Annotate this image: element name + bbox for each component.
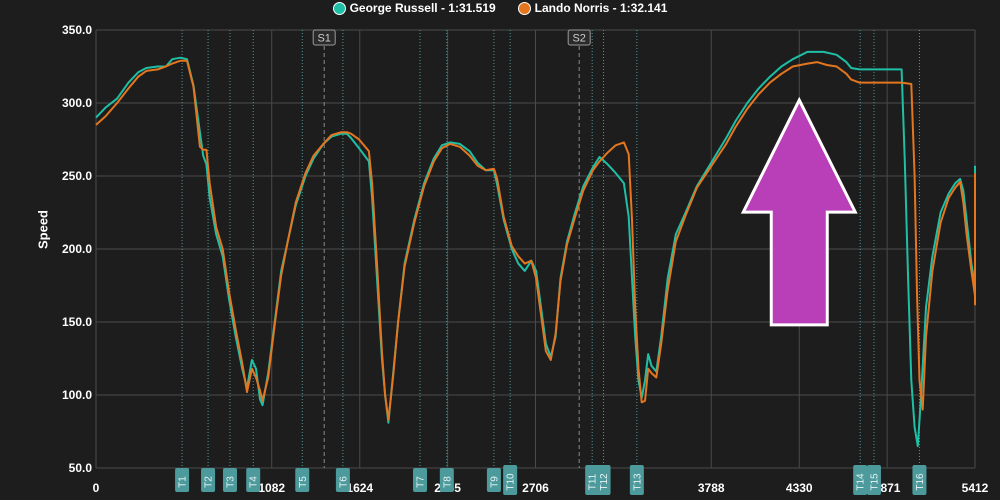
turn-badge: T4: [246, 468, 261, 492]
turn-badge: T6: [335, 468, 350, 492]
speed-chart: 50.0 100.0 150.0 200.0 250.0 300.0 350.0 0 1082 1…: [62, 23, 989, 495]
turn-label: T14: [856, 473, 867, 491]
sector-label: S2: [572, 33, 585, 45]
turn-badge: T15: [866, 465, 881, 495]
turn-label: T2: [204, 476, 215, 488]
turn-label: T8: [442, 476, 453, 488]
turn-label: T15: [869, 473, 880, 491]
y-tick-label: 300.0: [62, 96, 92, 110]
sector-label: S1: [317, 33, 330, 45]
x-tick-label: 4330: [786, 481, 813, 495]
y-tick-label: 150.0: [62, 315, 92, 329]
turn-label: T10: [506, 473, 517, 491]
turn-label: T12: [599, 473, 610, 491]
turn-badge: T14: [853, 465, 868, 495]
turn-label: T6: [338, 476, 349, 488]
turn-badge: T10: [503, 465, 518, 495]
y-tick-label: 50.0: [69, 461, 93, 475]
turn-badge: T13: [629, 465, 644, 495]
turn-label: T3: [225, 476, 236, 488]
y-tick-label: 200.0: [62, 242, 92, 256]
y-tick-label: 250.0: [62, 169, 92, 183]
turn-badge: T3: [222, 468, 237, 492]
turn-label: T1: [178, 476, 189, 488]
x-tick-label: 2706: [522, 481, 549, 495]
y-tick-label: 350.0: [62, 23, 92, 37]
turn-badge: T7: [413, 468, 428, 492]
turn-badge: T9: [486, 468, 501, 492]
turn-badge: T8: [439, 468, 454, 492]
x-tick-label: 1082: [258, 481, 285, 495]
turn-badge: T5: [295, 468, 310, 492]
x-tick-label: 1624: [346, 481, 373, 495]
arrow-up-icon: [740, 96, 858, 327]
turn-label: T5: [298, 476, 309, 488]
turn-label: T16: [915, 473, 926, 491]
turn-label: T4: [249, 476, 260, 488]
turn-badge: T16: [912, 465, 927, 495]
turn-label: T13: [632, 473, 643, 491]
x-tick-label: 3788: [698, 481, 725, 495]
turn-badge: T2: [201, 468, 216, 492]
x-tick-label: 5412: [962, 481, 989, 495]
turn-badge: T12: [596, 465, 611, 495]
y-tick-label: 100.0: [62, 388, 92, 402]
turn-label: T7: [416, 476, 427, 488]
x-tick-label: 0: [93, 481, 100, 495]
turn-label: T9: [489, 476, 500, 488]
turn-badge: T1: [175, 468, 190, 492]
